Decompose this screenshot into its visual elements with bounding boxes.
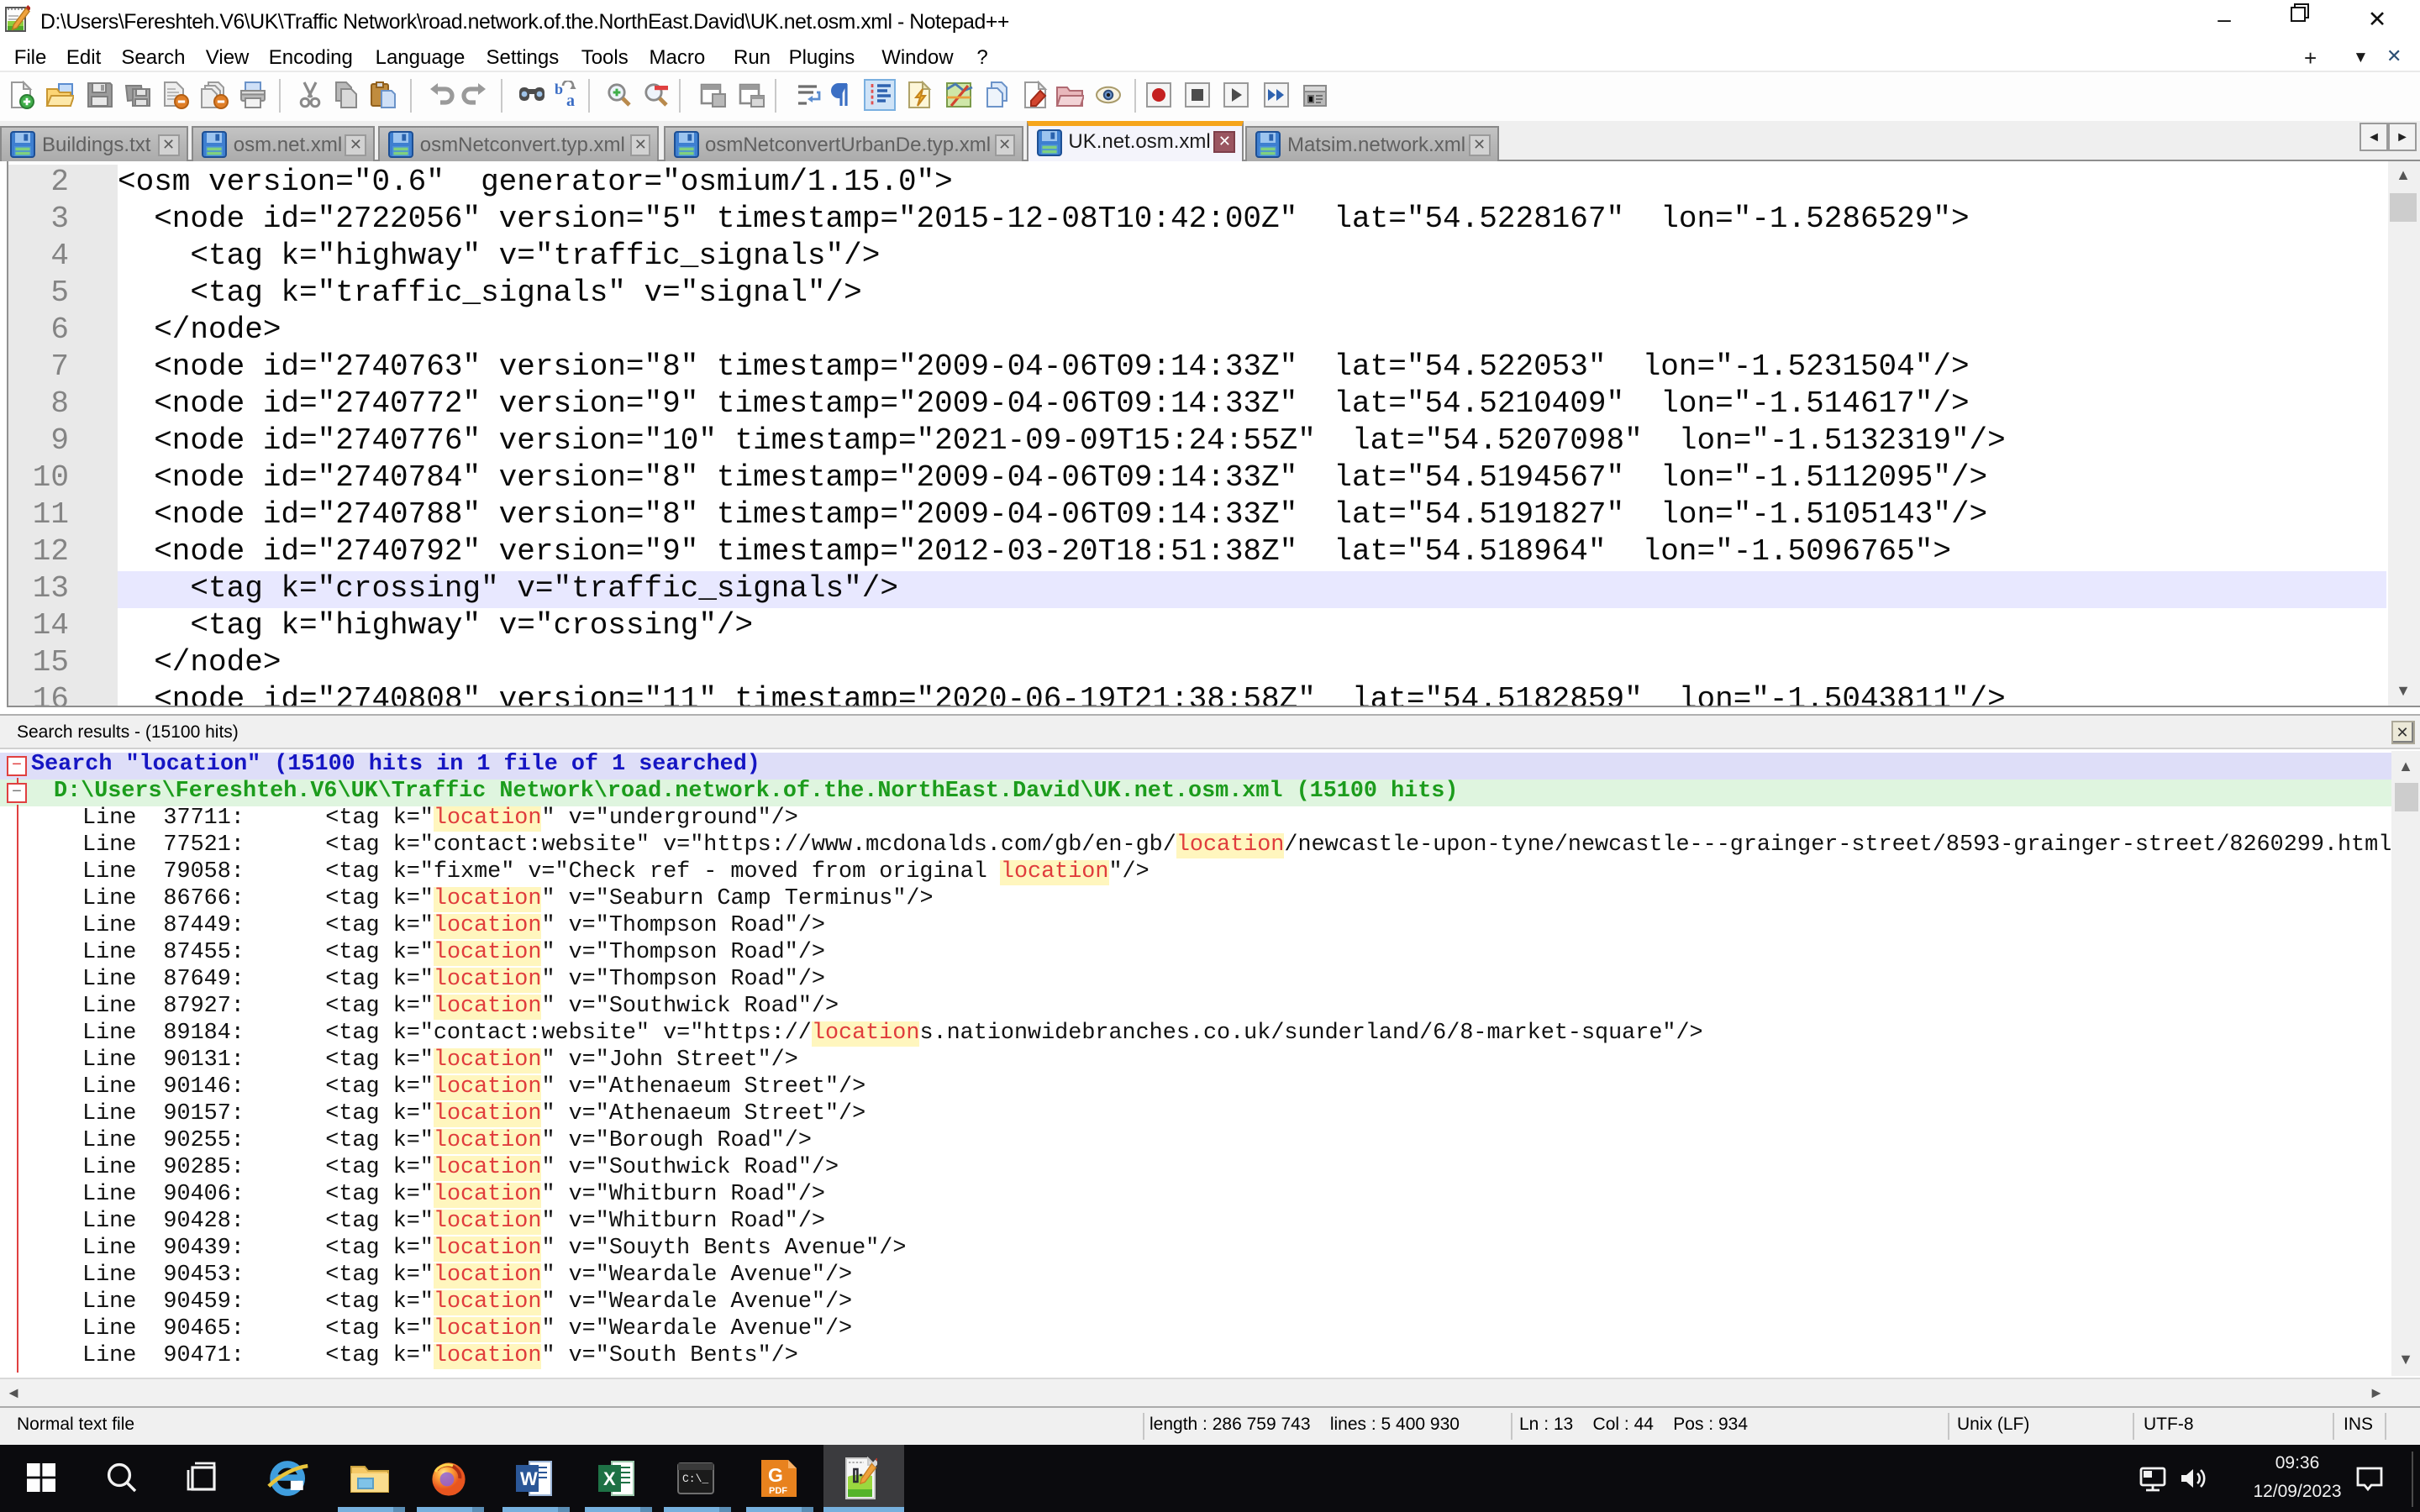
svg-text:G: G (768, 1463, 783, 1485)
svg-text:a: a (566, 92, 575, 109)
svg-text:W: W (521, 1467, 539, 1488)
svg-text:C:\_: C:\_ (683, 1472, 709, 1484)
svg-text:PDF: PDF (769, 1485, 787, 1495)
svg-text:b: b (555, 81, 563, 97)
svg-text:X: X (603, 1467, 616, 1488)
